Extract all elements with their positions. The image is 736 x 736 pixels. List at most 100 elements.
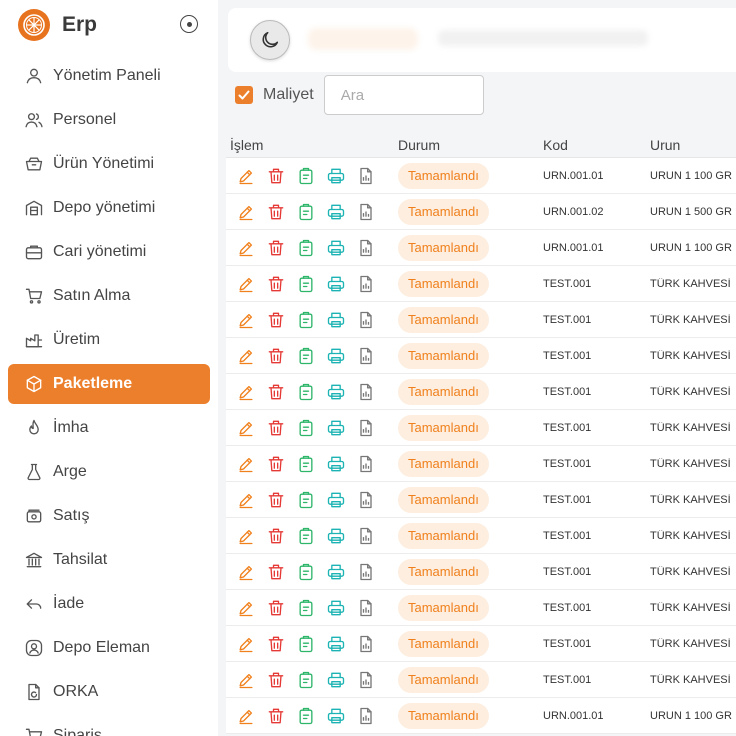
theme-toggle-button[interactable] bbox=[250, 20, 290, 60]
trash-icon[interactable] bbox=[266, 562, 286, 582]
sidebar-toggle-button[interactable] bbox=[180, 15, 198, 33]
printer-icon[interactable] bbox=[326, 166, 346, 186]
printer-icon[interactable] bbox=[326, 526, 346, 546]
file-icon[interactable] bbox=[356, 238, 376, 258]
printer-icon[interactable] bbox=[326, 634, 346, 654]
trash-icon[interactable] bbox=[266, 202, 286, 222]
sidebar-item-paketleme[interactable]: Paketleme bbox=[8, 364, 210, 404]
edit-icon[interactable] bbox=[236, 238, 256, 258]
sidebar-item-cari-y-netimi[interactable]: Cari yönetimi bbox=[8, 232, 210, 272]
printer-icon[interactable] bbox=[326, 670, 346, 690]
file-icon[interactable] bbox=[356, 418, 376, 438]
edit-icon[interactable] bbox=[236, 490, 256, 510]
printer-icon[interactable] bbox=[326, 598, 346, 618]
printer-icon[interactable] bbox=[326, 238, 346, 258]
clipboard-icon[interactable] bbox=[296, 634, 316, 654]
clipboard-icon[interactable] bbox=[296, 274, 316, 294]
sidebar-item--retim[interactable]: Üretim bbox=[8, 320, 210, 360]
header-urun[interactable]: Urun bbox=[646, 137, 736, 153]
trash-icon[interactable] bbox=[266, 166, 286, 186]
clipboard-icon[interactable] bbox=[296, 454, 316, 474]
edit-icon[interactable] bbox=[236, 562, 256, 582]
edit-icon[interactable] bbox=[236, 346, 256, 366]
clipboard-icon[interactable] bbox=[296, 562, 316, 582]
sidebar-item-i-mha[interactable]: İmha bbox=[8, 408, 210, 448]
sidebar-item-sat-n-alma[interactable]: Satın Alma bbox=[8, 276, 210, 316]
file-icon[interactable] bbox=[356, 706, 376, 726]
header-kod[interactable]: Kod bbox=[539, 137, 646, 153]
file-icon[interactable] bbox=[356, 670, 376, 690]
sidebar-item-arge[interactable]: Arge bbox=[8, 452, 210, 492]
file-icon[interactable] bbox=[356, 526, 376, 546]
trash-icon[interactable] bbox=[266, 454, 286, 474]
file-icon[interactable] bbox=[356, 310, 376, 330]
trash-icon[interactable] bbox=[266, 382, 286, 402]
edit-icon[interactable] bbox=[236, 166, 256, 186]
clipboard-icon[interactable] bbox=[296, 202, 316, 222]
sidebar-item-depo-y-netimi[interactable]: Depo yönetimi bbox=[8, 188, 210, 228]
edit-icon[interactable] bbox=[236, 274, 256, 294]
file-icon[interactable] bbox=[356, 166, 376, 186]
file-icon[interactable] bbox=[356, 634, 376, 654]
file-icon[interactable] bbox=[356, 454, 376, 474]
edit-icon[interactable] bbox=[236, 526, 256, 546]
edit-icon[interactable] bbox=[236, 454, 256, 474]
edit-icon[interactable] bbox=[236, 418, 256, 438]
clipboard-icon[interactable] bbox=[296, 706, 316, 726]
printer-icon[interactable] bbox=[326, 310, 346, 330]
clipboard-icon[interactable] bbox=[296, 382, 316, 402]
trash-icon[interactable] bbox=[266, 706, 286, 726]
clipboard-icon[interactable] bbox=[296, 238, 316, 258]
printer-icon[interactable] bbox=[326, 490, 346, 510]
edit-icon[interactable] bbox=[236, 310, 256, 330]
clipboard-icon[interactable] bbox=[296, 418, 316, 438]
trash-icon[interactable] bbox=[266, 274, 286, 294]
file-icon[interactable] bbox=[356, 202, 376, 222]
sidebar-item-i-ade[interactable]: İade bbox=[8, 584, 210, 624]
edit-icon[interactable] bbox=[236, 670, 256, 690]
edit-icon[interactable] bbox=[236, 706, 256, 726]
header-durum[interactable]: Durum bbox=[394, 137, 539, 153]
edit-icon[interactable] bbox=[236, 382, 256, 402]
edit-icon[interactable] bbox=[236, 202, 256, 222]
clipboard-icon[interactable] bbox=[296, 526, 316, 546]
sidebar-item-y-netim-paneli[interactable]: Yönetim Paneli bbox=[8, 56, 210, 96]
trash-icon[interactable] bbox=[266, 490, 286, 510]
sidebar-item-sat-[interactable]: Satış bbox=[8, 496, 210, 536]
trash-icon[interactable] bbox=[266, 418, 286, 438]
file-icon[interactable] bbox=[356, 382, 376, 402]
trash-icon[interactable] bbox=[266, 634, 286, 654]
clipboard-icon[interactable] bbox=[296, 310, 316, 330]
maliyet-checkbox[interactable] bbox=[235, 86, 253, 104]
printer-icon[interactable] bbox=[326, 454, 346, 474]
sidebar-item--r-n-y-netimi[interactable]: Ürün Yönetimi bbox=[8, 144, 210, 184]
trash-icon[interactable] bbox=[266, 598, 286, 618]
clipboard-icon[interactable] bbox=[296, 166, 316, 186]
file-icon[interactable] bbox=[356, 274, 376, 294]
sidebar-item-tahsilat[interactable]: Tahsilat bbox=[8, 540, 210, 580]
printer-icon[interactable] bbox=[326, 418, 346, 438]
clipboard-icon[interactable] bbox=[296, 598, 316, 618]
file-icon[interactable] bbox=[356, 598, 376, 618]
search-input[interactable] bbox=[323, 75, 484, 115]
file-icon[interactable] bbox=[356, 490, 376, 510]
sidebar-item-depo-eleman[interactable]: Depo Eleman bbox=[8, 628, 210, 668]
trash-icon[interactable] bbox=[266, 310, 286, 330]
clipboard-icon[interactable] bbox=[296, 346, 316, 366]
trash-icon[interactable] bbox=[266, 526, 286, 546]
printer-icon[interactable] bbox=[326, 382, 346, 402]
printer-icon[interactable] bbox=[326, 346, 346, 366]
trash-icon[interactable] bbox=[266, 238, 286, 258]
file-icon[interactable] bbox=[356, 562, 376, 582]
printer-icon[interactable] bbox=[326, 274, 346, 294]
sidebar-item-orka[interactable]: ORKA bbox=[8, 672, 210, 712]
trash-icon[interactable] bbox=[266, 670, 286, 690]
printer-icon[interactable] bbox=[326, 202, 346, 222]
sidebar-item-personel[interactable]: Personel bbox=[8, 100, 210, 140]
trash-icon[interactable] bbox=[266, 346, 286, 366]
edit-icon[interactable] bbox=[236, 634, 256, 654]
edit-icon[interactable] bbox=[236, 598, 256, 618]
clipboard-icon[interactable] bbox=[296, 670, 316, 690]
printer-icon[interactable] bbox=[326, 562, 346, 582]
file-icon[interactable] bbox=[356, 346, 376, 366]
